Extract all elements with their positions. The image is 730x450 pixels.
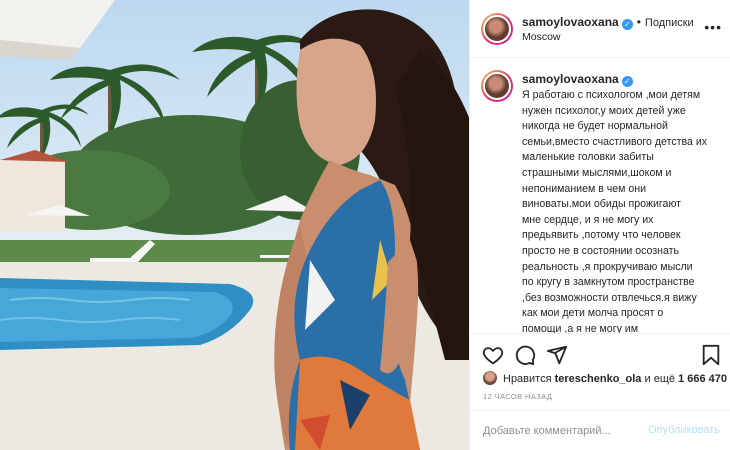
likes-count-link[interactable]: 1 666 470 <box>678 373 727 385</box>
avatar[interactable] <box>481 70 513 102</box>
likes-line: Нравится tereschenko_ola и ещё 1 666 470 <box>483 371 727 385</box>
header-user-line: samoylovaoxana ✓ • Подписки <box>522 15 694 30</box>
post-sidebar: samoylovaoxana ✓ • Подписки Moscow ••• samo… <box>471 0 730 450</box>
comment-form: Опубликовать <box>471 410 730 450</box>
verified-badge-icon: ✓ <box>621 76 633 87</box>
caption-comment: samoylovaoxana ✓ Я работаю с психологом ,… <box>471 58 730 333</box>
photo-illustration <box>0 0 469 450</box>
caption-text: Я работаю с психологом ,мои детям нужен … <box>522 89 708 333</box>
post-header: samoylovaoxana ✓ • Подписки Moscow ••• <box>471 0 730 58</box>
comment-icon[interactable] <box>514 344 536 366</box>
username-link[interactable]: samoylovaoxana <box>522 15 619 29</box>
likes-prefix: Нравится <box>503 373 552 385</box>
liker-avatar[interactable] <box>483 371 497 385</box>
avatar[interactable] <box>481 13 513 45</box>
bookmark-icon[interactable] <box>701 344 721 366</box>
comment-input[interactable] <box>483 423 643 439</box>
post-timestamp[interactable]: 12 ЧАСОВ НАЗАД <box>483 392 552 401</box>
likes-middle: и ещё <box>644 373 676 385</box>
post-comment-button[interactable]: Опубликовать <box>648 424 720 436</box>
action-bar <box>471 333 730 375</box>
caption-user-line: samoylovaoxana ✓ <box>522 72 633 87</box>
liker-username-link[interactable]: tereschenko_ola <box>555 373 642 385</box>
caption-username-link[interactable]: samoylovaoxana <box>522 72 619 86</box>
more-options-icon[interactable]: ••• <box>704 19 722 35</box>
following-button[interactable]: Подписки <box>645 17 694 29</box>
location-link[interactable]: Moscow <box>522 31 561 43</box>
post-photo[interactable] <box>0 0 470 450</box>
verified-badge-icon: ✓ <box>621 19 633 30</box>
separator-dot: • <box>636 15 641 29</box>
share-icon[interactable] <box>546 344 568 366</box>
heart-icon[interactable] <box>482 344 504 366</box>
